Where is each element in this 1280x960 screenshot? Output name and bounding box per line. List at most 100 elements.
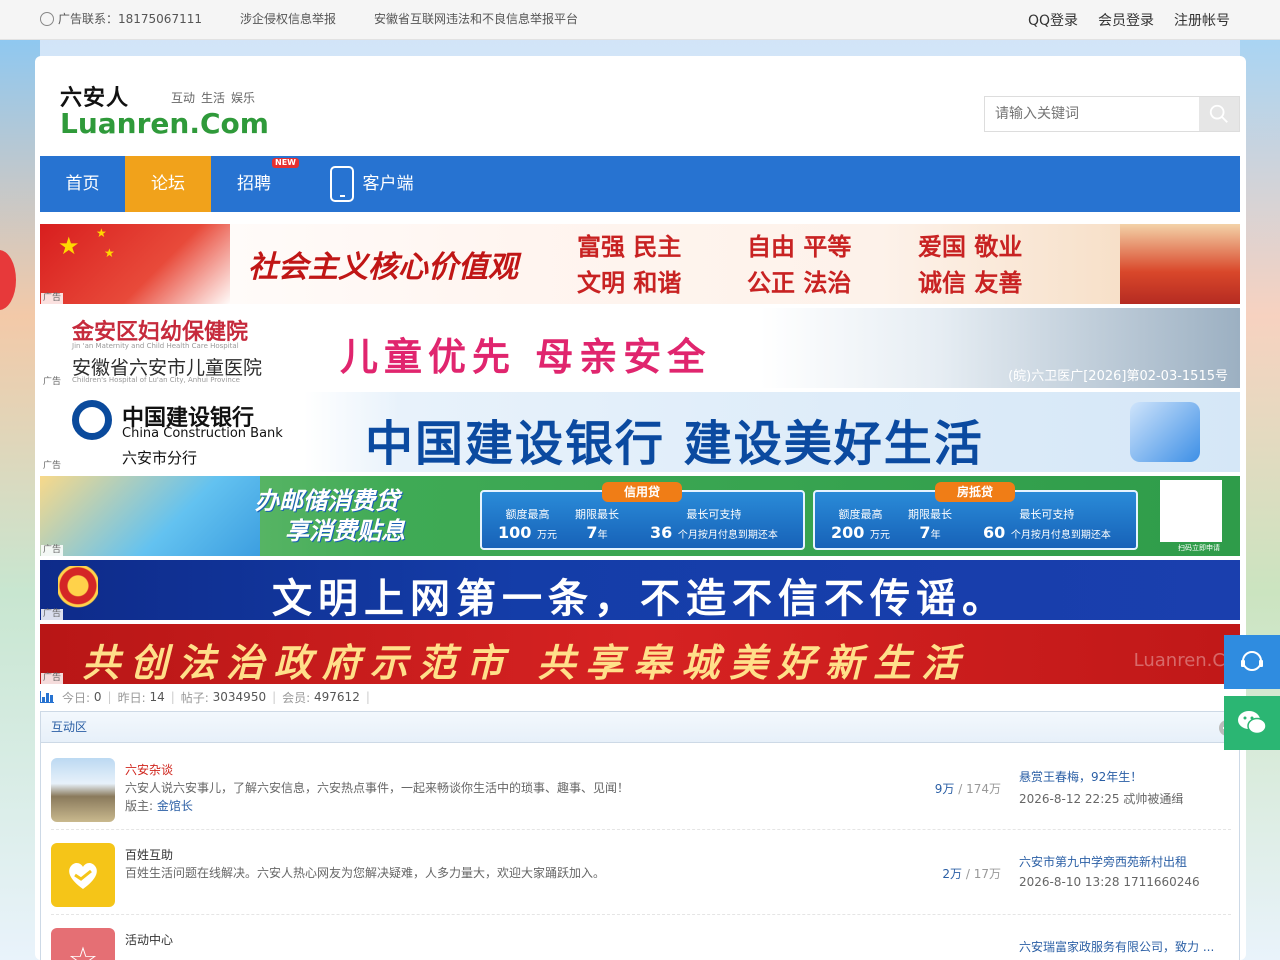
- post-count: 17万: [973, 867, 1001, 881]
- nav-item-client[interactable]: 客户端: [358, 156, 418, 212]
- label: 最长可支持: [1019, 508, 1075, 521]
- label: 额度最高: [505, 508, 550, 521]
- slogan-word: 互动: [171, 91, 196, 105]
- value: 200: [831, 523, 865, 542]
- forum-counts: 9万 / 174万: [934, 782, 1001, 796]
- forum-name[interactable]: 百姓互助: [125, 846, 173, 863]
- wechat-icon: [1238, 711, 1267, 735]
- hospital-slogan: 儿童优先 母亲安全: [340, 334, 712, 379]
- banner-civil-internet[interactable]: 文明上网第一条，不造不信不传谣。 广告: [40, 560, 1240, 620]
- ad-tag: 广告: [41, 377, 64, 388]
- loan-term: 期限最长 7年: [575, 506, 619, 547]
- value: 36: [650, 523, 673, 542]
- loan-card-tab: 信用贷: [602, 482, 682, 502]
- value: 7: [586, 523, 598, 542]
- register-link[interactable]: 注册帐号: [1174, 10, 1230, 30]
- banner-rule-of-law[interactable]: 共创法治政府示范市 共享皋城美好新生活 Luanren.Co 广告: [40, 624, 1240, 684]
- forum-name[interactable]: 六安杂谈: [125, 761, 173, 778]
- search-input[interactable]: [985, 97, 1199, 131]
- top-bar: 广告联系：18175067111 涉企侵权信息举报 安徽省互联网违法和不良信息举…: [0, 0, 1280, 40]
- civil-internet-text: 文明上网第一条，不造不信不传谣。: [272, 576, 1008, 620]
- forum-last-post: 六安市第九中学旁西苑新村出租 2026-8-10 13:28 171166024…: [1019, 853, 1200, 889]
- value-word: 爱国: [918, 232, 966, 261]
- nav-item-home[interactable]: 首页: [40, 156, 125, 212]
- ad-tag: 广告: [41, 293, 64, 304]
- ad-tag: 广告: [41, 545, 64, 556]
- forum-last-post: 六安瑞富家政服务有限公司，致力 ...: [1019, 938, 1214, 955]
- report-link-anhui[interactable]: 安徽省互联网违法和不良信息举报平台: [374, 10, 578, 27]
- star-icon: ★: [58, 232, 80, 260]
- last-post-title[interactable]: 悬赏王春梅，92年生！: [1019, 768, 1183, 785]
- value-word: 诚信: [918, 268, 966, 297]
- values-group: 爱国 敬业 诚信 友善: [918, 229, 1022, 301]
- stats-label: 会员:: [282, 690, 311, 705]
- stats-chart-icon: [40, 691, 54, 703]
- forum-name[interactable]: 活动中心: [125, 931, 173, 948]
- unit: 年: [930, 530, 941, 541]
- nav-item-forum[interactable]: 论坛: [125, 156, 211, 212]
- slogan-word: 生活: [201, 91, 226, 105]
- qr-code[interactable]: [1160, 480, 1222, 542]
- banner-core-values[interactable]: ★ ★ ★ 社会主义核心价值观 富强 民主 文明 和谐 自由 平等 公正 法治 …: [40, 224, 1240, 304]
- bank-slogan: 中国建设银行 建设美好生活: [365, 416, 984, 472]
- flag-decoration: ★ ★ ★: [40, 224, 230, 304]
- loan-amount: 额度最高 100 万元: [498, 506, 557, 547]
- loan-repay: 最长可支持 60 个月按月付息到期还本: [983, 506, 1111, 547]
- stats-yesterday: 14: [149, 690, 165, 704]
- last-post-title[interactable]: 六安瑞富家政服务有限公司，致力 ...: [1019, 938, 1214, 955]
- thread-count: 2万: [942, 867, 963, 881]
- forum-icon-activity[interactable]: ☆: [51, 928, 115, 960]
- value-word: 法治: [803, 268, 852, 297]
- last-post-title[interactable]: 六安市第九中学旁西苑新村出租: [1019, 853, 1200, 870]
- forum-last-post: 悬赏王春梅，92年生！ 2026-8-12 22:25 忒帅被通缉: [1019, 768, 1183, 807]
- search-icon: [1209, 104, 1228, 123]
- moderator-label: 版主:: [125, 799, 154, 813]
- value-word: 公正: [747, 268, 795, 297]
- forum-icon-handshake[interactable]: [51, 843, 115, 907]
- value-word: 文明: [577, 268, 625, 297]
- values-group: 富强 民主 文明 和谐: [577, 229, 681, 301]
- handshake-heart-icon: [69, 863, 97, 889]
- values-group: 自由 平等 公正 法治: [747, 229, 851, 301]
- banner-postal-loan[interactable]: 办邮储消费贷 享消费贴息 信用贷 额度最高 100 万元 期限最长 7年 最长可支持…: [40, 476, 1240, 556]
- wechat-button[interactable]: [1224, 696, 1280, 750]
- section-title[interactable]: 互动区: [41, 712, 1239, 743]
- search-button[interactable]: [1199, 97, 1239, 131]
- forum-row: 百姓互助 百姓生活问题在线解决。六安人热心网友为您解决疑难，人多力量大，欢迎大家…: [41, 829, 1241, 914]
- value-word: 和谐: [633, 268, 682, 297]
- ad-license: (皖)六卫医广[2026]第02-03-1515号: [1008, 369, 1228, 384]
- background-decoration-left: [0, 40, 40, 960]
- value-word: 敬业: [974, 232, 1023, 261]
- background-decoration-right: [1240, 40, 1280, 960]
- phone-icon: [40, 11, 54, 26]
- main-nav: 首页 论坛 招聘 NEW 客户端: [40, 156, 1240, 212]
- loan-slogan-line: 办邮储消费贷: [255, 487, 399, 515]
- label: 最长可支持: [686, 508, 742, 521]
- loan-card-mortgage: 房抵贷 额度最高 200 万元 期限最长 7年 最长可支持 60 个月按月付息到期还本: [813, 482, 1138, 550]
- customer-service-button[interactable]: [1224, 635, 1280, 689]
- qr-caption: 扫码立即申请: [1178, 544, 1220, 552]
- value: 7: [919, 523, 931, 542]
- post-count: 174万: [966, 782, 1001, 796]
- star-icon: ★: [96, 226, 107, 240]
- value: 60: [983, 523, 1006, 542]
- main-container: 六安人 Luanren.Com 互动生活娱乐 首页 论坛 招聘 NEW 客户端 …: [35, 56, 1246, 960]
- loan-slogan-line: 享消费贴息: [285, 517, 405, 545]
- stats-label: 昨日:: [117, 690, 146, 705]
- hospital-name-en: Jin 'an Maternity and Child Health Care …: [72, 342, 239, 350]
- ad-contact: 广告联系：18175067111: [58, 12, 202, 26]
- value-word: 富强: [577, 232, 625, 261]
- loan-card-tab: 房抵贷: [935, 482, 1015, 502]
- banner-ccb[interactable]: 中国建设银行 China Construction Bank 六安市分行 中国建…: [40, 392, 1240, 472]
- mobile-phone-icon: [330, 166, 354, 202]
- unit: 个月按月付息到期还本: [677, 530, 778, 541]
- site-slogan: 互动 生活 娱乐: [171, 89, 261, 106]
- report-link-enterprise[interactable]: 涉企侵权信息举报: [240, 10, 336, 27]
- member-login-link[interactable]: 会员登录: [1098, 10, 1154, 30]
- label: 期限最长: [908, 508, 952, 521]
- qq-login-link[interactable]: QQ登录: [1028, 10, 1078, 30]
- new-badge: NEW: [272, 158, 299, 168]
- moderator-link[interactable]: 金馆长: [157, 799, 193, 813]
- forum-icon-pagoda[interactable]: [51, 758, 115, 822]
- banner-hospital[interactable]: 金安区妇幼保健院 Jin 'an Maternity and Child Hea…: [40, 308, 1240, 388]
